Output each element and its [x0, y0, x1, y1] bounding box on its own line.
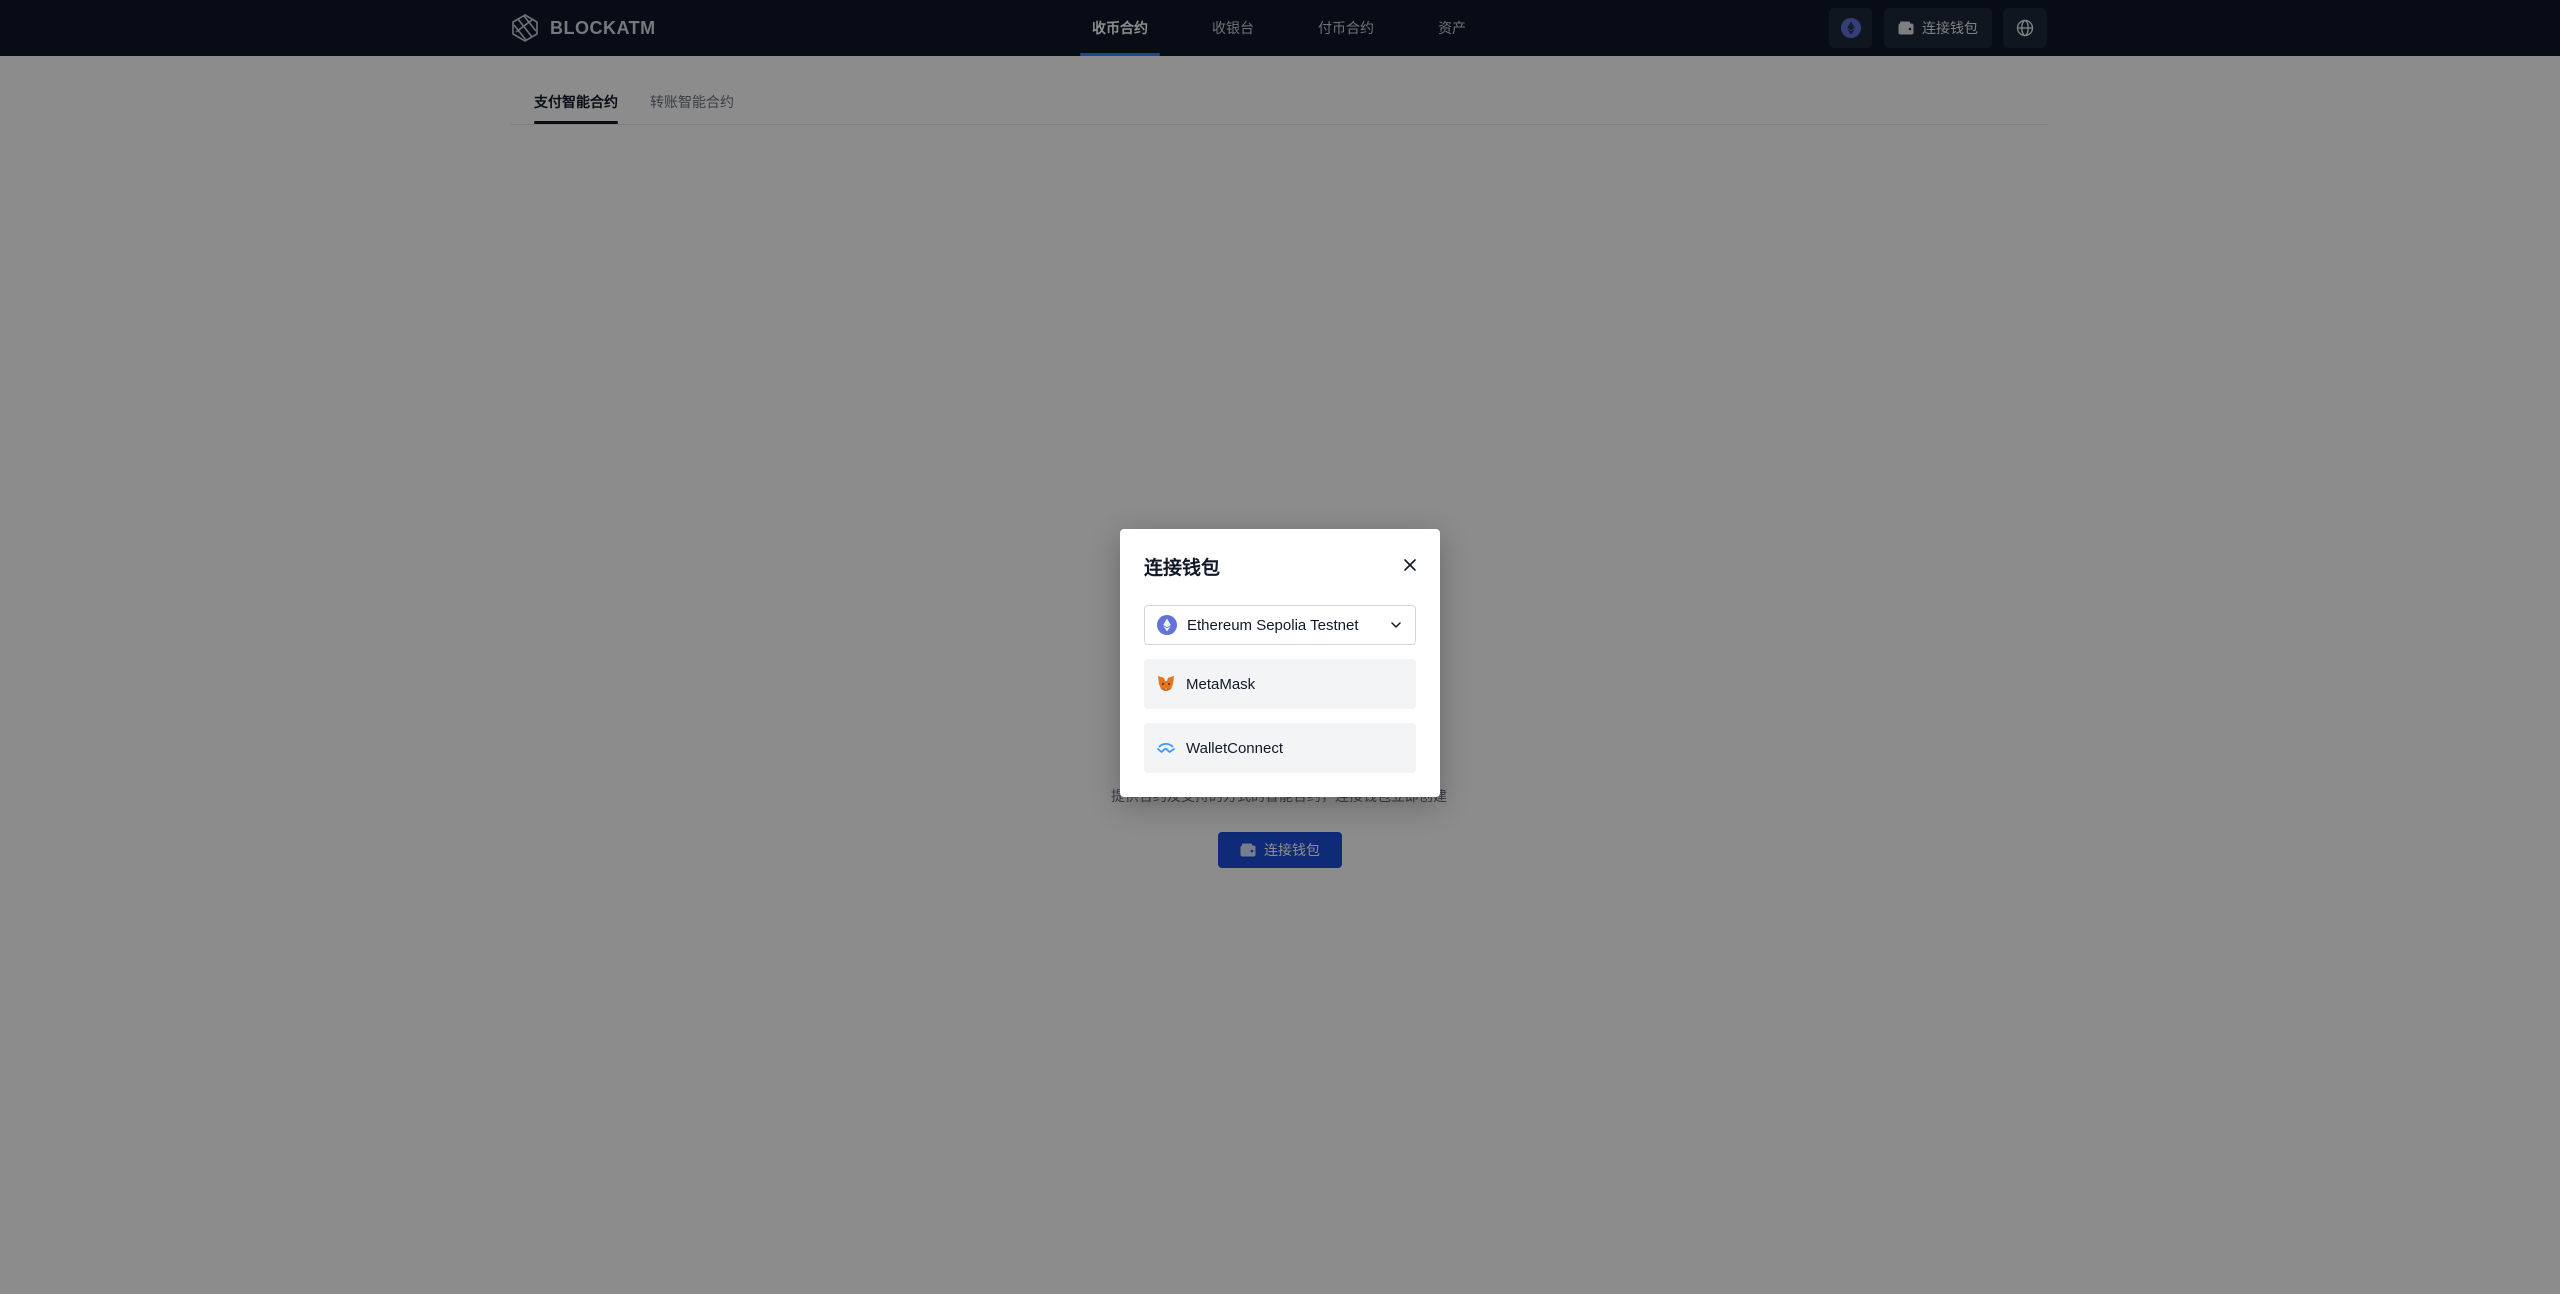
close-icon: [1404, 559, 1416, 571]
wallet-option-label: MetaMask: [1186, 675, 1256, 693]
connect-wallet-modal: 连接钱包 Ethereum Sepolia Testnet MetaMask W…: [1120, 529, 1440, 797]
ethereum-icon: [1157, 615, 1177, 635]
chevron-down-icon: [1391, 622, 1401, 628]
wallet-option-walletconnect[interactable]: WalletConnect: [1144, 723, 1416, 773]
wallet-option-metamask[interactable]: MetaMask: [1144, 659, 1416, 709]
metamask-icon: [1158, 676, 1174, 691]
modal-title: 连接钱包: [1144, 557, 1221, 579]
close-button[interactable]: [1400, 555, 1420, 575]
network-select-value: Ethereum Sepolia Testnet: [1187, 616, 1359, 634]
walletconnect-icon: [1157, 742, 1175, 753]
wallet-option-label: WalletConnect: [1186, 739, 1283, 757]
network-select[interactable]: Ethereum Sepolia Testnet: [1144, 605, 1416, 645]
